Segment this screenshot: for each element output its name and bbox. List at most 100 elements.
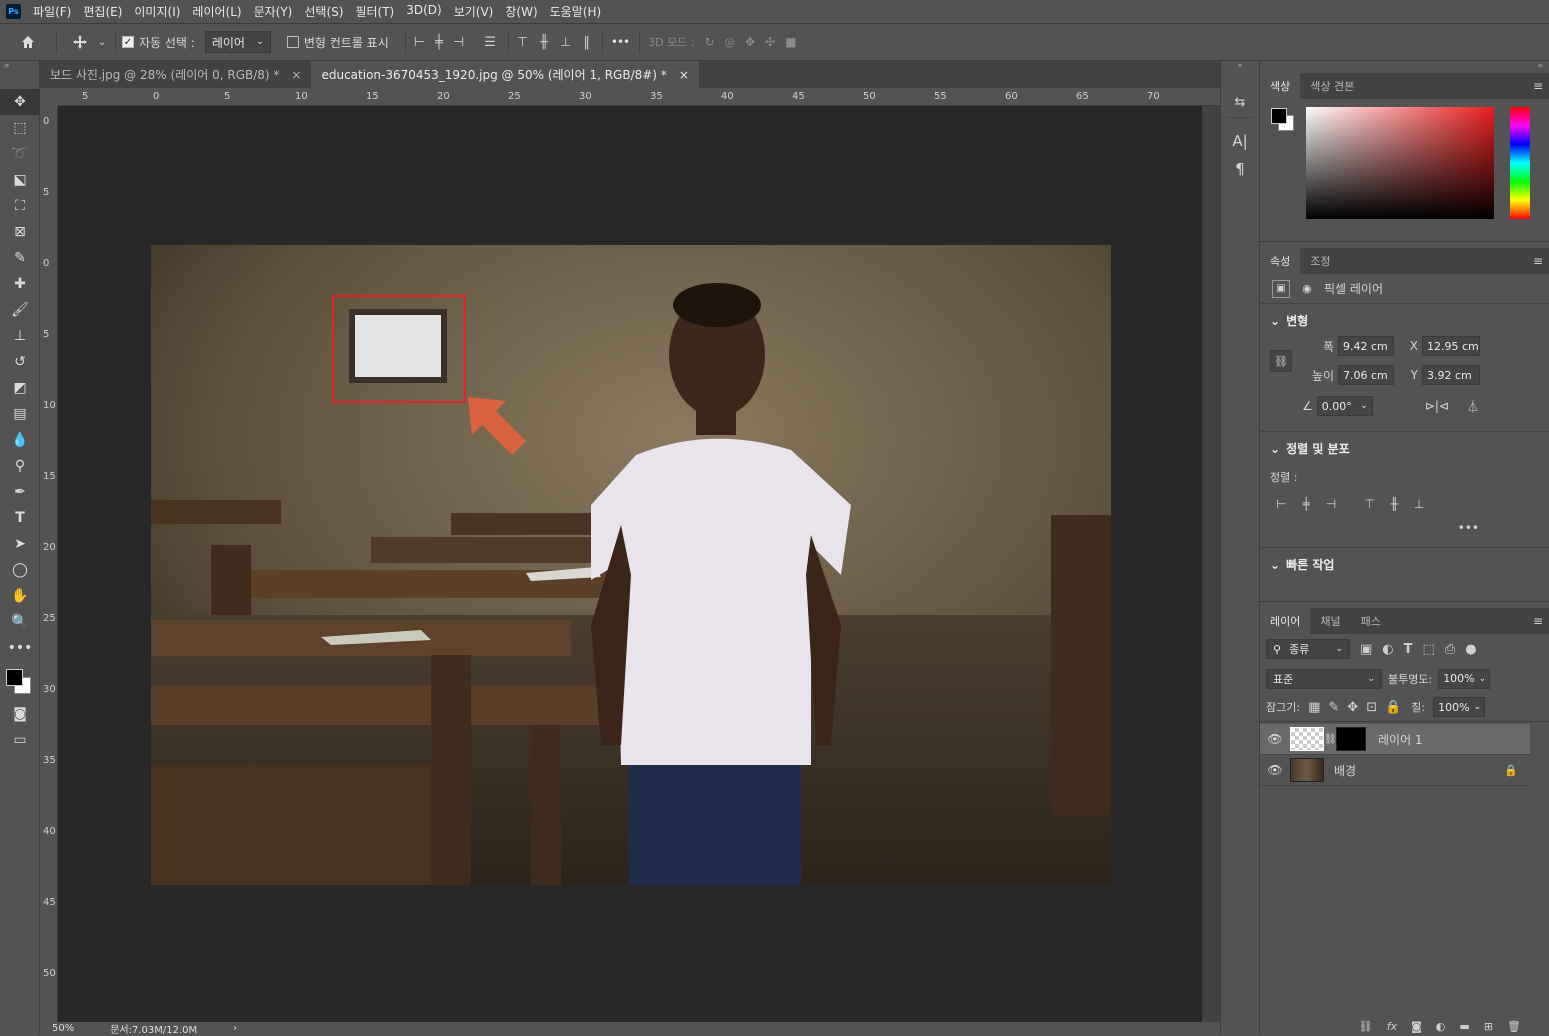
dodge-tool[interactable]: ⚲ [0,453,40,479]
quick-mask-tool[interactable]: ◙ [0,701,40,727]
screen-mode-tool[interactable]: ▭ [0,727,40,753]
adjustment-layer-icon[interactable]: ◐ [1436,1020,1446,1033]
filter-adjustment-icon[interactable]: ◐ [1382,642,1393,657]
blend-mode-dropdown[interactable]: 표준 ⌄ [1266,668,1382,689]
lock-artboard-icon[interactable]: ⊡ [1366,700,1377,715]
panel-menu-icon[interactable]: ≡ [1533,79,1543,93]
layer-name[interactable]: 레이어 1 [1378,731,1423,748]
menu-item[interactable]: 문자(Y) [248,3,299,20]
align-bottom-icon[interactable]: ⊥ [560,35,571,50]
frame-tool[interactable]: ⊠ [0,219,40,245]
eraser-tool[interactable]: ◩ [0,375,40,401]
new-group-icon[interactable]: ▬ [1459,1020,1469,1033]
filter-toggle-icon[interactable]: ● [1465,642,1476,657]
gradient-tool[interactable]: ▤ [0,401,40,427]
lock-position-icon[interactable]: ✥ [1347,700,1358,715]
blur-tool[interactable]: 💧 [0,427,40,453]
align-vcenter-icon[interactable]: ╫ [1391,497,1398,511]
more-options-button[interactable]: ••• [611,35,630,49]
chevron-down-icon[interactable]: ⌄ [95,31,109,53]
align-hcenter-icon[interactable]: ╪ [435,35,443,50]
y-input[interactable]: 3.92 cm [1422,365,1480,385]
tab-paths[interactable]: 패스 [1351,608,1391,634]
vertical-scrollbar[interactable] [1202,106,1220,1022]
tab-education[interactable]: education-3670453_1920.jpg @ 50% (레이어 1,… [311,61,699,88]
more-options-button[interactable]: ••• [1270,521,1539,535]
menu-item[interactable]: 3D(D) [400,3,447,20]
layer-row-background[interactable]: 👁 배경 🔒 [1260,755,1530,786]
object-select-tool[interactable]: ⬕ [0,167,40,193]
lock-pixels-icon[interactable]: ✎ [1328,700,1339,715]
fill-input[interactable]: 100% ⌄ [1433,697,1486,717]
align-left-icon[interactable]: ⊢ [414,35,425,50]
brush-tool[interactable]: 🖌 [0,297,40,323]
fx-icon[interactable]: fx [1387,1020,1397,1033]
layer-filter-dropdown[interactable]: ⚲ 종류 ⌄ [1266,639,1350,659]
document-image[interactable] [151,245,1111,885]
link-icon[interactable]: ⛓ [1324,734,1337,745]
history-brush-tool[interactable]: ↺ [0,349,40,375]
zoom-level[interactable]: 50% [52,1023,74,1034]
align-right-icon[interactable]: ⊣ [453,35,464,50]
menu-item[interactable]: 편집(E) [77,3,128,20]
add-mask-icon[interactable]: ◙ [1411,1020,1422,1033]
eyedropper-tool[interactable]: ✎ [0,245,40,271]
link-icon[interactable]: ⛓ [1270,350,1292,372]
filter-pixel-icon[interactable]: ▣ [1360,642,1372,657]
home-icon[interactable] [8,31,48,53]
3d-orbit-icon[interactable]: ↻ [705,35,715,49]
flip-vertical-icon[interactable]: ⏃ [1467,398,1479,415]
auto-select-dropdown[interactable]: 레이어 ⌄ [204,31,271,53]
menu-item[interactable]: 보기(V) [448,3,500,20]
3d-camera-icon[interactable]: ■ [785,35,796,49]
color-swatches[interactable] [0,661,39,701]
layer-mask-thumbnail[interactable] [1336,727,1366,751]
link-layers-icon[interactable]: ⛓ [1359,1020,1373,1033]
quick-actions-title[interactable]: ⌄ 빠른 작업 [1270,556,1539,573]
foreground-color-swatch[interactable] [6,669,23,686]
tab-swatches[interactable]: 색상 견본 [1300,73,1364,99]
lock-all-icon[interactable]: 🔒 [1385,700,1401,715]
transform-section-title[interactable]: ⌄ 변형 [1270,312,1539,329]
angle-input[interactable]: 0.00° ⌄ [1316,396,1373,416]
menu-item[interactable]: 도움말(H) [544,3,608,20]
close-icon[interactable]: × [291,68,301,82]
foreground-color-swatch[interactable] [1271,108,1287,124]
menu-item[interactable]: 레이어(L) [186,3,247,20]
horizontal-ruler[interactable]: 5 0 5 10 15 20 25 30 35 40 45 50 55 60 65 70 [58,88,1220,106]
hue-slider[interactable] [1510,107,1530,219]
align-section-title[interactable]: ⌄ 정렬 및 분포 [1270,440,1539,457]
align-left-icon[interactable]: ⊢ [1276,497,1286,511]
tab-color[interactable]: 색상 [1260,73,1301,99]
visibility-eye-icon[interactable]: 👁 [1260,763,1290,777]
vertical-ruler[interactable]: 0 5 0 5 10 15 20 25 30 35 40 45 50 [40,106,58,1026]
zoom-tool[interactable]: 🔍 [0,609,40,635]
align-bottom-icon[interactable]: ⊥ [1414,497,1424,511]
tab-board-photo[interactable]: 보드 사진.jpg @ 28% (레이어 0, RGB/8) * × [40,61,312,88]
flip-horizontal-icon[interactable]: ⊳|⊲ [1425,399,1449,413]
panel-menu-icon[interactable]: ≡ [1533,254,1543,268]
align-vcenter-icon[interactable]: ╫ [540,35,548,50]
tab-channels[interactable]: 채널 [1310,608,1350,634]
canvas[interactable] [58,106,1202,1022]
auto-select-checkbox[interactable]: ✓ 자동 선택 : [122,34,195,51]
hand-tool[interactable]: ✋ [0,583,40,609]
character-panel-icon[interactable]: A| [1221,127,1259,155]
color-picker-field[interactable] [1306,107,1494,219]
filter-type-icon[interactable]: T [1404,642,1413,657]
align-top-icon[interactable]: ⊤ [517,35,528,50]
marquee-tool[interactable]: ⬚ [0,115,40,141]
layer-thumbnail[interactable] [1290,758,1324,782]
history-panel-icon[interactable]: ⇆ [1221,87,1259,117]
collapse-toolbar-icon[interactable]: » [0,61,39,73]
tab-adjustments[interactable]: 조정 [1300,248,1340,274]
path-select-tool[interactable]: ➤ [0,531,40,557]
trash-icon[interactable]: 🗑 [1507,1020,1521,1033]
move-tool-icon[interactable] [65,31,95,53]
lasso-tool[interactable]: ➰ [0,141,40,167]
menu-item[interactable]: 필터(T) [349,3,400,20]
3d-roll-icon[interactable]: ◎ [725,35,735,49]
panel-menu-icon[interactable]: ≡ [1533,614,1543,628]
collapse-panels-icon[interactable]: » [1260,61,1549,73]
move-tool[interactable]: ✥ [0,89,40,115]
